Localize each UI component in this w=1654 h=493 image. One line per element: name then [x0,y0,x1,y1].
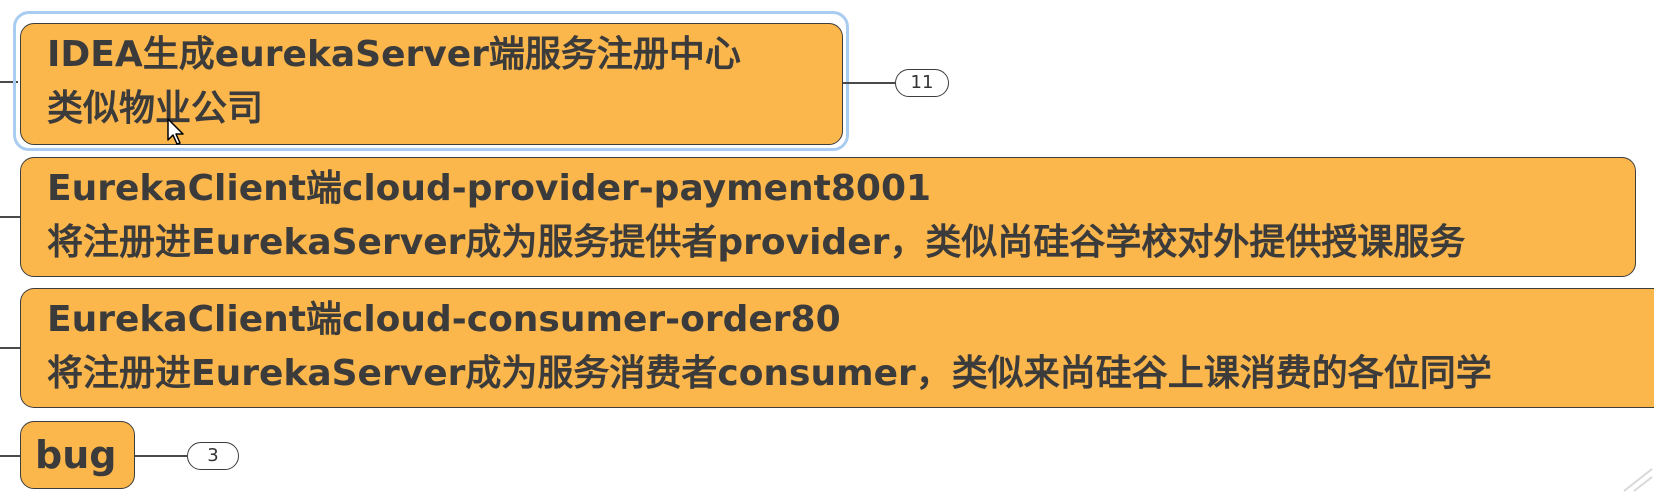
connector-line [135,455,187,457]
resize-grip-icon [1623,468,1653,492]
topic-line: IDEA生成eurekaServer端服务注册中心 [47,34,741,75]
badge-count: 3 [207,445,219,466]
arrow-pointer-icon [167,118,184,145]
mind-map-canvas: IDEA生成eurekaServer端服务注册中心 类似物业公司 11 Eure… [0,0,1654,493]
topic-provider-payment[interactable]: EurekaClient端cloud-provider-payment8001 … [20,157,1636,277]
connector-line [0,216,20,218]
badge-count: 11 [910,72,934,93]
topic-line: bug [35,433,117,477]
topic-eureka-server[interactable]: IDEA生成eurekaServer端服务注册中心 类似物业公司 [20,23,843,145]
topic-bug[interactable]: bug [20,421,135,489]
connector-line [0,455,20,457]
topic-line: EurekaClient端cloud-consumer-order80 [47,299,841,340]
collapsed-count-badge[interactable]: 11 [895,69,949,97]
topic-consumer-order[interactable]: EurekaClient端cloud-consumer-order80 将注册进… [20,288,1654,408]
topic-line: EurekaClient端cloud-provider-payment8001 [47,168,932,209]
collapsed-count-badge[interactable]: 3 [187,442,239,470]
topic-line: 将注册进EurekaServer成为服务提供者provider，类似尚硅谷学校对… [47,222,1466,263]
connector-line [0,347,20,349]
connector-line [843,82,895,84]
topic-line: 将注册进EurekaServer成为服务消费者consumer，类似来尚硅谷上课… [47,353,1492,394]
